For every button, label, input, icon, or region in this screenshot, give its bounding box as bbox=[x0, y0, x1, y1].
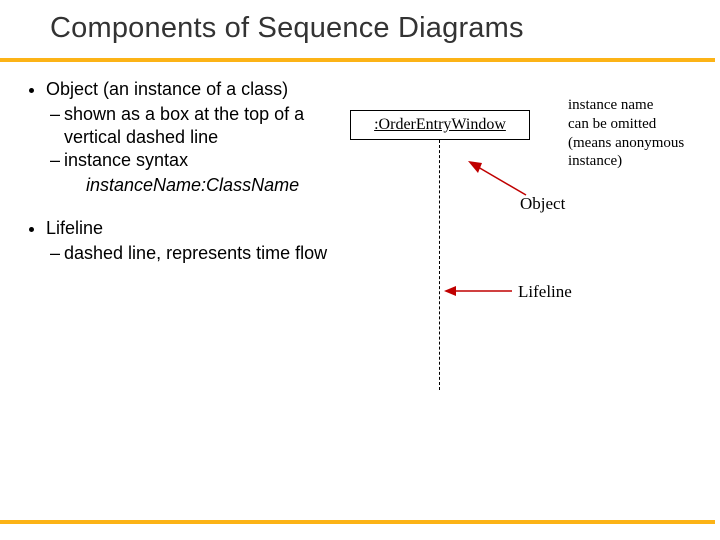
bullet-object-text: Object (an instance of a class) bbox=[46, 79, 288, 99]
subbullet-box: shown as a box at the top of a vertical … bbox=[64, 103, 334, 149]
note-line: instance name bbox=[568, 96, 708, 115]
slide-title: Components of Sequence Diagrams bbox=[50, 12, 524, 45]
lifeline-dashed bbox=[439, 140, 440, 390]
subbullet-syntax: instance syntax bbox=[64, 149, 334, 172]
note-line: can be omitted bbox=[568, 115, 708, 134]
bullet-lifeline-text: Lifeline bbox=[46, 218, 103, 238]
title-underline bbox=[0, 58, 715, 62]
subbullet-dashed: dashed line, represents time flow bbox=[64, 242, 334, 265]
body-text: Object (an instance of a class) shown as… bbox=[24, 78, 334, 285]
note-line: instance) bbox=[568, 152, 708, 171]
bullet-lifeline: Lifeline dashed line, represents time fl… bbox=[46, 217, 334, 265]
instance-syntax: instanceName:ClassName bbox=[86, 174, 334, 197]
footer-underline bbox=[0, 520, 715, 524]
bullet-object: Object (an instance of a class) shown as… bbox=[46, 78, 334, 197]
label-object: Object bbox=[520, 194, 565, 214]
object-box: :OrderEntryWindow bbox=[350, 110, 530, 140]
label-lifeline: Lifeline bbox=[518, 282, 572, 302]
note-line: (means anonymous bbox=[568, 134, 708, 153]
diagram: :OrderEntryWindow Object Lifeline bbox=[350, 110, 580, 410]
anonymous-note: instance name can be omitted (means anon… bbox=[568, 96, 708, 171]
slide: Components of Sequence Diagrams Object (… bbox=[0, 0, 720, 540]
